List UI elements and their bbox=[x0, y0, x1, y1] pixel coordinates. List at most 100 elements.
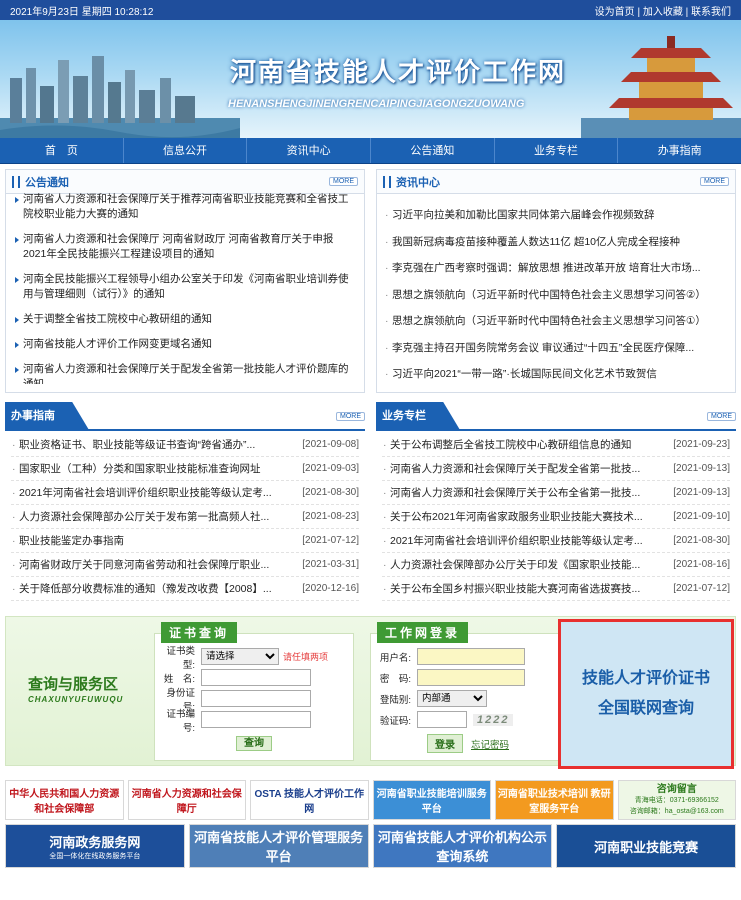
id-number-input[interactable] bbox=[201, 690, 311, 707]
table-row[interactable]: 河南省人力资源和社会保障厅关于公布全省第一批技... [2021-09-13] bbox=[382, 481, 730, 505]
row-title: 关于公布全国乡村振兴职业技能大赛河南省选拔赛技... bbox=[390, 583, 641, 595]
nav-notices[interactable]: 公告通知 bbox=[371, 138, 495, 163]
list-item[interactable]: 李克强主持召开国务院常务会议 审议通过“十四五”全民医疗保障... bbox=[385, 335, 727, 362]
table-row[interactable]: 关于公布2021年河南省家政服务业职业技能大赛技术... [2021-09-10] bbox=[382, 505, 730, 529]
partner-link[interactable]: 河南省人力资源和社会保障厅 bbox=[127, 780, 246, 820]
news-more-button[interactable]: MORE bbox=[700, 177, 729, 186]
partner-link[interactable]: 中华人民共和国人力资源和社会保障部 bbox=[5, 780, 124, 820]
site-title: 河南省技能人才评价工作网 bbox=[230, 58, 567, 88]
pavilion-illustration bbox=[581, 36, 741, 138]
contact-phone: 青海电话：0371-69366152 bbox=[634, 796, 719, 804]
list-item[interactable]: 河南全民技能振兴工程领导小组办公室关于印发《河南省职业培训券使用与管理细则（试行… bbox=[14, 272, 356, 302]
row-date: [2021-03-31] bbox=[302, 559, 359, 570]
name-input[interactable] bbox=[201, 669, 311, 686]
list-item[interactable]: 河南省人力资源和社会保障厅关于推荐河南省职业技能竞赛和全省技工院校职业能力大赛的… bbox=[14, 192, 356, 222]
platform-link[interactable]: 河南政务服务网 全国一体化在线政务服务平台 bbox=[5, 824, 185, 868]
notice-list: 河南省人力资源和社会保障厅关于推荐河南省职业技能竞赛和全省技工院校职业能力大赛的… bbox=[6, 188, 364, 384]
platform-link-label: 河南省技能人才评价机构公示查询系统 bbox=[377, 830, 547, 864]
certificate-query-tab: 证书查询 bbox=[161, 622, 238, 643]
top-link-separator: | bbox=[685, 6, 689, 18]
captcha-label: 验证码: bbox=[379, 715, 411, 727]
table-row[interactable]: 关于公布调整后全省技工院校中心教研组信息的通知 [2021-09-23] bbox=[382, 433, 730, 457]
table-row[interactable]: 关于降低部分收费标准的通知（豫发改收费【2008】... [2020-12-16] bbox=[11, 577, 359, 601]
nav-guide[interactable]: 办事指南 bbox=[618, 138, 741, 163]
business-panel: 业务专栏 MORE 关于公布调整后全省技工院校中心教研组信息的通知 [2021-0… bbox=[376, 402, 736, 603]
query-button[interactable]: 查询 bbox=[236, 736, 272, 751]
row-title: 人力资源社会保障部办公厅关于发布第一批高频人社... bbox=[19, 511, 270, 523]
partner-link[interactable]: 河南省职业技能培训服务平台 bbox=[372, 780, 491, 820]
table-row[interactable]: 河南省人力资源和社会保障厅关于配发全省第一批技... [2021-09-13] bbox=[382, 457, 730, 481]
cert-type-select[interactable]: 请选择 bbox=[201, 648, 279, 665]
guide-panel: 办事指南 MORE 职业资格证书、职业技能等级证书查询“跨省通办”... [202… bbox=[5, 402, 365, 603]
list-item[interactable]: 习近平向拉美和加勒比国家共同体第六届峰会作视频致辞 bbox=[385, 202, 727, 229]
service-title: 查询与服务区 bbox=[28, 676, 119, 693]
notice-more-button[interactable]: MORE bbox=[329, 177, 358, 186]
row-title: 国家职业（工种）分类和国家职业技能标准查询网址 bbox=[19, 463, 261, 475]
forgot-password-link[interactable]: 忘记密码 bbox=[471, 737, 509, 751]
list-item[interactable]: 河南省人力资源和社会保障厅关于配发全省第一批技能人才评价题库的通知 bbox=[14, 362, 356, 384]
partner-link[interactable]: OSTA 技能人才评价工作网 bbox=[250, 780, 369, 820]
partner-link[interactable]: 咨询留言 青海电话：0371-69366152 咨询邮箱：ha_osta@163.c… bbox=[617, 780, 736, 820]
row-date: [2021-07-12] bbox=[673, 583, 730, 594]
contact-us-link[interactable]: 联系我们 bbox=[691, 7, 731, 18]
row-date: [2021-09-13] bbox=[673, 487, 730, 498]
table-row[interactable]: 2021年河南省社会培训评价组织职业技能等级认定考... [2021-08-30] bbox=[11, 481, 359, 505]
set-home-link[interactable]: 设为首页 bbox=[595, 7, 635, 18]
login-form: 工作网登录 用户名: 密 码: 登陆别: 内部通 验证码: 1222 登录 忘记密码 bbox=[370, 622, 560, 761]
platform-link[interactable]: 河南省技能人才评价管理服务平台 bbox=[188, 824, 369, 868]
nav-home[interactable]: 首 页 bbox=[0, 138, 124, 163]
list-item[interactable]: 河南省人力资源和社会保障厅 河南省财政厅 河南省教育厅关于申报2021年全民技能… bbox=[14, 232, 356, 262]
list-item[interactable]: 思想之旗领航向（习近平新时代中国特色社会主义思想学习问答②） bbox=[385, 282, 727, 309]
platform-link[interactable]: 河南职业技能竞赛 bbox=[556, 824, 736, 868]
partner-link-label: 中华人民共和国人力资源和社会保障部 bbox=[9, 789, 120, 815]
list-item[interactable]: 习近平向2021“一带一路”·长城国际民间文化艺术节致贺信 bbox=[385, 361, 727, 388]
nav-info-disclosure[interactable]: 信息公开 bbox=[124, 138, 248, 163]
platform-link[interactable]: 河南省技能人才评价机构公示查询系统 bbox=[372, 824, 553, 868]
list-item[interactable]: 关于调整全省技工院校中心教研组的通知 bbox=[14, 312, 356, 327]
platform-link-label: 河南政务服务网 bbox=[49, 834, 141, 850]
table-row[interactable]: 人力资源社会保障部办公厅关于印发《国家职业技能... [2021-08-16] bbox=[382, 553, 730, 577]
captcha-input[interactable] bbox=[417, 711, 467, 728]
list-item[interactable]: 河南省技能人才评价工作网变更域名通知 bbox=[14, 337, 356, 352]
top-bar: 2021年9月23日 星期四 10:28:12 设为首页 | 加入收藏 | 联系… bbox=[0, 0, 741, 20]
certificate-national-query-banner[interactable]: 技能人才评价证书 全国联网查询 bbox=[558, 619, 734, 769]
table-row[interactable]: 人力资源社会保障部办公厅关于发布第一批高频人社... [2021-08-23] bbox=[11, 505, 359, 529]
nav-business[interactable]: 业务专栏 bbox=[495, 138, 619, 163]
table-row[interactable]: 国家职业（工种）分类和国家职业技能标准查询网址 [2021-09-03] bbox=[11, 457, 359, 481]
cert-query-hint: 请任填两项 bbox=[283, 652, 329, 662]
row-date: [2021-08-30] bbox=[302, 487, 359, 498]
row-title: 关于公布调整后全省技工院校中心教研组信息的通知 bbox=[390, 439, 632, 451]
cert-number-input[interactable] bbox=[201, 711, 311, 728]
table-row[interactable]: 职业技能鉴定办事指南 [2021-07-12] bbox=[11, 529, 359, 553]
login-tab: 工作网登录 bbox=[377, 622, 469, 643]
row-date: [2021-08-16] bbox=[673, 559, 730, 570]
cert-number-label: 证书编号: bbox=[166, 708, 195, 734]
password-label: 密 码: bbox=[379, 673, 411, 685]
partner-link-label: 河南省职业技术培训 教研室服务平台 bbox=[497, 789, 611, 815]
login-category-select[interactable]: 内部通 bbox=[417, 690, 487, 707]
business-title: 业务专栏 bbox=[376, 402, 460, 430]
table-row[interactable]: 关于公布全国乡村振兴职业技能大赛河南省选拔赛技... [2021-07-12] bbox=[382, 577, 730, 601]
username-input[interactable] bbox=[417, 648, 525, 665]
site-title-pinyin: HENANSHENGJINENGRENCAIPINGJIAGONGZUOWANG bbox=[228, 98, 525, 110]
list-item[interactable]: 李克强在广西考察时强调：解放思想 推进改革开放 培育壮大市场... bbox=[385, 255, 727, 282]
partner-link[interactable]: 河南省职业技术培训 教研室服务平台 bbox=[495, 780, 614, 820]
row-date: [2021-08-23] bbox=[302, 511, 359, 522]
table-row[interactable]: 职业资格证书、职业技能等级证书查询“跨省通办”... [2021-09-08] bbox=[11, 433, 359, 457]
nav-news-center[interactable]: 资讯中心 bbox=[247, 138, 372, 163]
guide-title: 办事指南 bbox=[5, 402, 89, 430]
login-button[interactable]: 登录 bbox=[427, 734, 463, 753]
business-more-button[interactable]: MORE bbox=[707, 411, 736, 421]
password-input[interactable] bbox=[417, 669, 525, 686]
name-label: 姓 名: bbox=[163, 673, 195, 685]
table-row[interactable]: 2021年河南省社会培训评价组织职业技能等级认定考... [2021-08-30] bbox=[382, 529, 730, 553]
certificate-query-form: 证书查询 证书类型: 请选择 请任填两项 姓 名: 身份证号: 证书编号: 查询 bbox=[154, 622, 354, 761]
add-favorite-link[interactable]: 加入收藏 bbox=[643, 7, 683, 18]
partner-link-label: 河南省职业技能培训服务平台 bbox=[376, 789, 487, 815]
captcha-image[interactable]: 1222 bbox=[473, 713, 514, 726]
list-item[interactable]: 思想之旗领航向（习近平新时代中国特色社会主义思想学习问答①） bbox=[385, 308, 727, 335]
guide-more-button[interactable]: MORE bbox=[336, 411, 365, 421]
contact-email: 咨询邮箱：ha_osta@163.com bbox=[629, 807, 724, 815]
list-item[interactable]: 我国新冠病毒疫苗接种覆盖人数达11亿 超10亿人完成全程接种 bbox=[385, 229, 727, 256]
table-row[interactable]: 河南省财政厅关于同意河南省劳动和社会保障厅职业... [2021-03-31] bbox=[11, 553, 359, 577]
